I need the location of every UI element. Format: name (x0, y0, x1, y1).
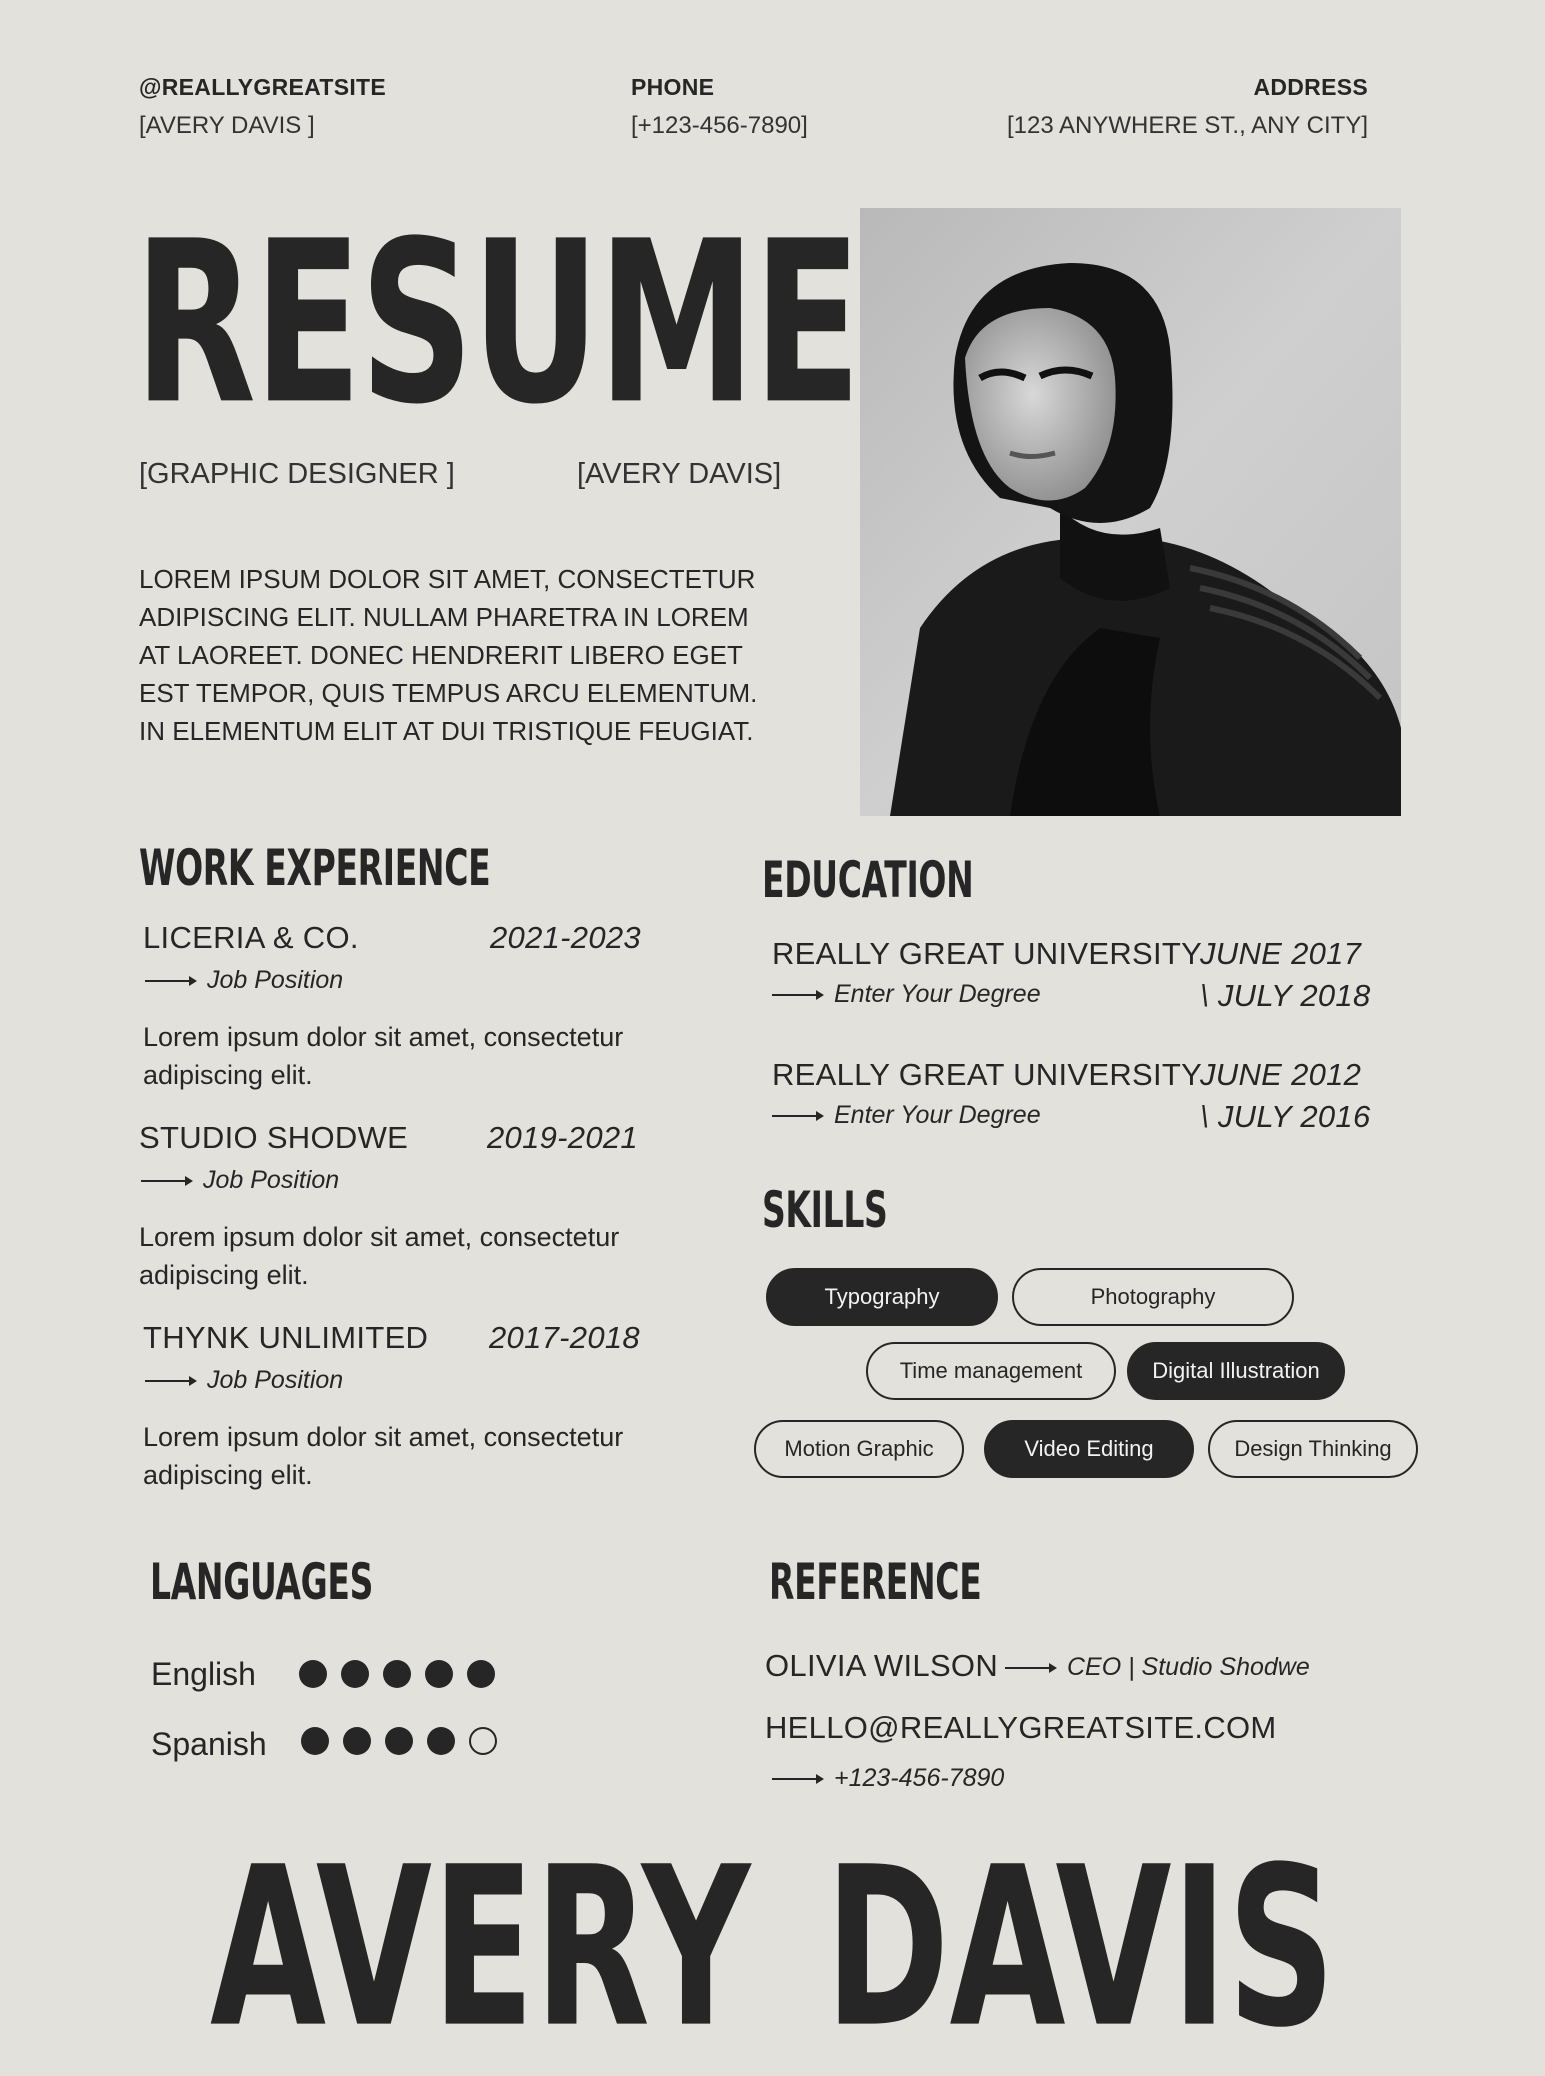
reference-phone: +123-456-7890 (834, 1764, 1005, 1792)
work-position-row: Job Position (145, 1366, 343, 1395)
work-position: Job Position (207, 1366, 344, 1394)
education-degree: Enter Your Degree (834, 980, 1041, 1008)
work-years: 2021-2023 (490, 920, 641, 955)
education-date-end: \ JULY 2018 (1200, 978, 1371, 1013)
work-desc-line: adipiscing elit. (143, 1460, 313, 1490)
education-degree-row: Enter Your Degree (772, 980, 1041, 1009)
level-dot-filled (343, 1727, 371, 1755)
reference-phone-row: +123-456-7890 (772, 1764, 1004, 1793)
portrait-photo (860, 208, 1401, 816)
reference-title: REFERENCE (769, 1553, 982, 1611)
skill-chip-design-thinking: Design Thinking (1208, 1420, 1418, 1478)
summary-line: EST TEMPOR, QUIS TEMPUS ARCU ELEMENTUM. (139, 678, 758, 708)
work-desc-line: adipiscing elit. (139, 1260, 309, 1290)
summary: LOREM IPSUM DOLOR SIT AMET, CONSECTETUR … (139, 560, 757, 750)
phone-value: [+123-456-7890] (631, 112, 808, 139)
skill-chip-time-management: Time management (866, 1342, 1116, 1400)
work-company: THYNK UNLIMITED (143, 1320, 429, 1355)
reference-role: CEO | Studio Shodwe (1067, 1653, 1310, 1681)
work-position: Job Position (203, 1166, 340, 1194)
education-date-end: \ JULY 2016 (1200, 1099, 1371, 1134)
languages-title: LANGUAGES (150, 1553, 374, 1611)
footer-first-name: AVERY (210, 1819, 751, 2076)
website-value: [AVERY DAVIS ] (139, 112, 315, 139)
summary-line: IN ELEMENTUM ELIT AT DUI TRISTIQUE FEUGI… (139, 716, 754, 746)
work-item: THYNK UNLIMITED (143, 1320, 428, 1356)
address-label: ADDRESS (1253, 74, 1368, 100)
education-degree-row: Enter Your Degree (772, 1101, 1041, 1130)
skill-chip-digital-illustration: Digital Illustration (1127, 1342, 1345, 1400)
hero-role: [GRAPHIC DESIGNER ] (139, 458, 455, 490)
skill-chip-video-editing: Video Editing (984, 1420, 1194, 1478)
skill-chip-motion-graphic: Motion Graphic (754, 1420, 964, 1478)
education-school: REALLY GREAT UNIVERSITY (772, 1057, 1203, 1092)
work-item: LICERIA & CO. (143, 920, 359, 956)
level-dot-filled (467, 1660, 495, 1688)
footer-last-name: DAVIS (825, 1819, 1336, 2076)
reference-email: HELLO@REALLYGREATSITE.COM (765, 1710, 1277, 1745)
work-desc-line: adipiscing elit. (143, 1060, 313, 1090)
summary-line: AT LAOREET. DONEC HENDRERIT LIBERO EGET (139, 640, 743, 670)
level-dot-filled (299, 1660, 327, 1688)
reference-name: OLIVIA WILSON (765, 1648, 999, 1683)
resume-title: RESUME (134, 193, 861, 454)
reference-role-row: CEO | Studio Shodwe (1005, 1653, 1310, 1682)
phone-label: PHONE (631, 74, 715, 100)
arrow-icon (772, 990, 824, 1001)
education-date-start: JUNE 2012 (1200, 1057, 1362, 1092)
skills-title: SKILLS (762, 1181, 888, 1239)
work-company: STUDIO SHODWE (139, 1120, 409, 1155)
work-years: 2017-2018 (489, 1320, 640, 1355)
level-dot-filled (385, 1727, 413, 1755)
language-level-spanish (301, 1727, 511, 1760)
work-desc-line: Lorem ipsum dolor sit amet, consectetur (139, 1222, 620, 1252)
address-value: [123 ANYWHERE ST., ANY CITY] (1006, 112, 1368, 139)
hero-name: [AVERY DAVIS] (577, 458, 782, 490)
arrow-icon (145, 1376, 197, 1387)
arrow-icon (145, 976, 197, 987)
education-title: EDUCATION (762, 851, 974, 909)
website-label: @REALLYGREATSITE (139, 74, 387, 100)
education-school: REALLY GREAT UNIVERSITY (772, 936, 1203, 971)
level-dot-filled (383, 1660, 411, 1688)
summary-line: ADIPISCING ELIT. NULLAM PHARETRA IN LORE… (139, 602, 749, 632)
arrow-icon (141, 1176, 193, 1187)
level-dot-filled (427, 1727, 455, 1755)
education-degree: Enter Your Degree (834, 1101, 1041, 1129)
portrait-illustration (860, 208, 1401, 816)
work-desc-line: Lorem ipsum dolor sit amet, consectetur (143, 1022, 624, 1052)
level-dot-empty (469, 1727, 497, 1755)
work-experience-title: WORK EXPERIENCE (139, 839, 491, 897)
arrow-icon (772, 1774, 824, 1785)
work-position-row: Job Position (141, 1166, 339, 1195)
level-dot-filled (301, 1727, 329, 1755)
summary-line: LOREM IPSUM DOLOR SIT AMET, CONSECTETUR (139, 564, 756, 594)
arrow-icon (1005, 1663, 1057, 1674)
arrow-icon (772, 1111, 824, 1122)
work-years: 2019-2021 (487, 1120, 638, 1155)
education-date-start: JUNE 2017 (1200, 936, 1362, 971)
language-name: Spanish (151, 1726, 267, 1762)
work-position-row: Job Position (145, 966, 343, 995)
skill-chip-photography: Photography (1012, 1268, 1294, 1326)
work-description: Lorem ipsum dolor sit amet, consectetur … (143, 1418, 623, 1494)
work-item: STUDIO SHODWE (139, 1120, 408, 1156)
work-desc-line: Lorem ipsum dolor sit amet, consectetur (143, 1422, 624, 1452)
language-level-english (299, 1660, 509, 1693)
language-name: English (151, 1656, 256, 1692)
work-description: Lorem ipsum dolor sit amet, consectetur … (139, 1218, 619, 1294)
level-dot-filled (341, 1660, 369, 1688)
work-position: Job Position (207, 966, 344, 994)
work-company: LICERIA & CO. (143, 920, 359, 955)
work-description: Lorem ipsum dolor sit amet, consectetur … (143, 1018, 623, 1094)
skill-chip-typography: Typography (766, 1268, 998, 1326)
level-dot-filled (425, 1660, 453, 1688)
